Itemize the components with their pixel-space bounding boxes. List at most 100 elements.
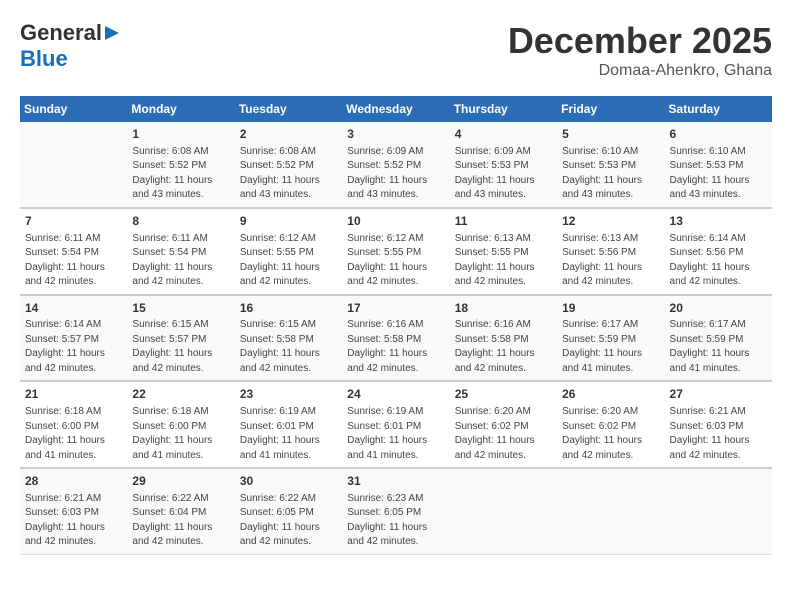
day-info: Sunrise: 6:14 AM Sunset: 5:56 PM Dayligh… bbox=[670, 232, 767, 290]
header-cell-sunday: Sunday bbox=[20, 96, 127, 122]
day-number: 31 bbox=[347, 473, 444, 490]
day-number: 12 bbox=[562, 213, 659, 230]
day-info: Sunrise: 6:17 AM Sunset: 5:59 PM Dayligh… bbox=[670, 318, 767, 376]
day-number: 13 bbox=[670, 213, 767, 230]
day-number: 18 bbox=[455, 300, 552, 317]
day-info: Sunrise: 6:18 AM Sunset: 6:00 PM Dayligh… bbox=[25, 405, 122, 463]
calendar-cell bbox=[20, 122, 127, 208]
week-row-3: 14Sunrise: 6:14 AM Sunset: 5:57 PM Dayli… bbox=[20, 295, 772, 382]
week-row-4: 21 Sunrise: 6:18 AM Sunset: 6:00 PM Dayli… bbox=[20, 381, 772, 468]
day-info: Sunrise: 6:13 AM Sunset: 5:55 PM Dayligh… bbox=[455, 232, 552, 290]
day-info: Sunrise: 6:20 AM Sunset: 6:02 PM Dayligh… bbox=[455, 405, 552, 463]
header-cell-friday: Friday bbox=[557, 96, 664, 122]
calendar-cell: 28 Sunrise: 6:21 AM Sunset: 6:03 PM Dayli… bbox=[20, 468, 127, 554]
logo-blue: Blue bbox=[20, 46, 68, 71]
calendar-cell: 16Sunrise: 6:15 AM Sunset: 5:58 PM Dayli… bbox=[235, 295, 342, 382]
day-number: 22 bbox=[132, 386, 229, 403]
day-info: Sunrise: 6:16 AM Sunset: 5:58 PM Dayligh… bbox=[455, 318, 552, 376]
day-info: Sunrise: 6:12 AM Sunset: 5:55 PM Dayligh… bbox=[240, 232, 337, 290]
day-number: 23 bbox=[240, 386, 337, 403]
calendar-cell: 1 Sunrise: 6:08 AM Sunset: 5:52 PM Daylig… bbox=[127, 122, 234, 208]
day-number: 9 bbox=[240, 213, 337, 230]
day-info: Sunrise: 6:22 AM Sunset: 6:04 PM Dayligh… bbox=[132, 492, 229, 550]
calendar-cell: 26Sunrise: 6:20 AM Sunset: 6:02 PM Dayli… bbox=[557, 381, 664, 468]
day-number: 25 bbox=[455, 386, 552, 403]
calendar-cell: 13 Sunrise: 6:14 AM Sunset: 5:56 PM Dayli… bbox=[665, 208, 772, 295]
week-row-5: 28 Sunrise: 6:21 AM Sunset: 6:03 PM Dayli… bbox=[20, 468, 772, 554]
calendar-cell: 17Sunrise: 6:16 AM Sunset: 5:58 PM Dayli… bbox=[342, 295, 449, 382]
day-info: Sunrise: 6:19 AM Sunset: 6:01 PM Dayligh… bbox=[347, 405, 444, 463]
calendar-cell: 10Sunrise: 6:12 AM Sunset: 5:55 PM Dayli… bbox=[342, 208, 449, 295]
day-info: Sunrise: 6:22 AM Sunset: 6:05 PM Dayligh… bbox=[240, 492, 337, 550]
calendar-cell: 23 Sunrise: 6:19 AM Sunset: 6:01 PM Dayli… bbox=[235, 381, 342, 468]
calendar-cell: 8 Sunrise: 6:11 AM Sunset: 5:54 PM Daylig… bbox=[127, 208, 234, 295]
day-info: Sunrise: 6:16 AM Sunset: 5:58 PM Dayligh… bbox=[347, 318, 444, 376]
day-info: Sunrise: 6:19 AM Sunset: 6:01 PM Dayligh… bbox=[240, 405, 337, 463]
day-number: 8 bbox=[132, 213, 229, 230]
page-header: General Blue December 2025 Domaa-Ahenkro… bbox=[20, 20, 772, 80]
day-info: Sunrise: 6:12 AM Sunset: 5:55 PM Dayligh… bbox=[347, 232, 444, 290]
day-number: 29 bbox=[132, 473, 229, 490]
day-number: 7 bbox=[25, 213, 122, 230]
day-number: 20 bbox=[670, 300, 767, 317]
calendar-cell: 20Sunrise: 6:17 AM Sunset: 5:59 PM Dayli… bbox=[665, 295, 772, 382]
logo: General Blue bbox=[20, 20, 123, 72]
day-info: Sunrise: 6:09 AM Sunset: 5:53 PM Dayligh… bbox=[455, 145, 552, 203]
day-info: Sunrise: 6:18 AM Sunset: 6:00 PM Dayligh… bbox=[132, 405, 229, 463]
calendar-cell: 4Sunrise: 6:09 AM Sunset: 5:53 PM Daylig… bbox=[450, 122, 557, 208]
header-cell-tuesday: Tuesday bbox=[235, 96, 342, 122]
day-number: 11 bbox=[455, 213, 552, 230]
calendar-cell: 24 Sunrise: 6:19 AM Sunset: 6:01 PM Dayli… bbox=[342, 381, 449, 468]
day-info: Sunrise: 6:21 AM Sunset: 6:03 PM Dayligh… bbox=[670, 405, 767, 463]
day-number: 1 bbox=[132, 126, 229, 143]
day-info: Sunrise: 6:08 AM Sunset: 5:52 PM Dayligh… bbox=[132, 145, 229, 203]
day-number: 2 bbox=[240, 126, 337, 143]
day-number: 16 bbox=[240, 300, 337, 317]
calendar-cell: 25 Sunrise: 6:20 AM Sunset: 6:02 PM Dayli… bbox=[450, 381, 557, 468]
day-number: 21 bbox=[25, 386, 122, 403]
day-info: Sunrise: 6:21 AM Sunset: 6:03 PM Dayligh… bbox=[25, 492, 122, 550]
day-number: 17 bbox=[347, 300, 444, 317]
day-number: 6 bbox=[670, 126, 767, 143]
calendar-cell: 29 Sunrise: 6:22 AM Sunset: 6:04 PM Dayli… bbox=[127, 468, 234, 554]
day-info: Sunrise: 6:09 AM Sunset: 5:52 PM Dayligh… bbox=[347, 145, 444, 203]
header-cell-thursday: Thursday bbox=[450, 96, 557, 122]
calendar-cell: 2 Sunrise: 6:08 AM Sunset: 5:52 PM Daylig… bbox=[235, 122, 342, 208]
calendar-cell: 6Sunrise: 6:10 AM Sunset: 5:53 PM Daylig… bbox=[665, 122, 772, 208]
day-info: Sunrise: 6:10 AM Sunset: 5:53 PM Dayligh… bbox=[562, 145, 659, 203]
day-number: 14 bbox=[25, 300, 122, 317]
header-cell-saturday: Saturday bbox=[665, 96, 772, 122]
calendar-cell: 14Sunrise: 6:14 AM Sunset: 5:57 PM Dayli… bbox=[20, 295, 127, 382]
day-info: Sunrise: 6:08 AM Sunset: 5:52 PM Dayligh… bbox=[240, 145, 337, 203]
day-number: 5 bbox=[562, 126, 659, 143]
week-row-2: 7 Sunrise: 6:11 AM Sunset: 5:54 PM Daylig… bbox=[20, 208, 772, 295]
calendar-cell: 5 Sunrise: 6:10 AM Sunset: 5:53 PM Daylig… bbox=[557, 122, 664, 208]
calendar-cell: 31 Sunrise: 6:23 AM Sunset: 6:05 PM Dayli… bbox=[342, 468, 449, 554]
logo-general: General bbox=[20, 20, 102, 46]
calendar-cell: 19Sunrise: 6:17 AM Sunset: 5:59 PM Dayli… bbox=[557, 295, 664, 382]
day-number: 3 bbox=[347, 126, 444, 143]
header-cell-wednesday: Wednesday bbox=[342, 96, 449, 122]
day-info: Sunrise: 6:13 AM Sunset: 5:56 PM Dayligh… bbox=[562, 232, 659, 290]
calendar-cell bbox=[665, 468, 772, 554]
day-info: Sunrise: 6:11 AM Sunset: 5:54 PM Dayligh… bbox=[132, 232, 229, 290]
day-number: 15 bbox=[132, 300, 229, 317]
calendar-cell: 18Sunrise: 6:16 AM Sunset: 5:58 PM Dayli… bbox=[450, 295, 557, 382]
day-info: Sunrise: 6:23 AM Sunset: 6:05 PM Dayligh… bbox=[347, 492, 444, 550]
calendar-cell: 22 Sunrise: 6:18 AM Sunset: 6:00 PM Dayli… bbox=[127, 381, 234, 468]
calendar-cell: 11 Sunrise: 6:13 AM Sunset: 5:55 PM Dayli… bbox=[450, 208, 557, 295]
header-row: SundayMondayTuesdayWednesdayThursdayFrid… bbox=[20, 96, 772, 122]
page-subtitle: Domaa-Ahenkro, Ghana bbox=[508, 62, 772, 80]
day-info: Sunrise: 6:17 AM Sunset: 5:59 PM Dayligh… bbox=[562, 318, 659, 376]
calendar-cell: 3 Sunrise: 6:09 AM Sunset: 5:52 PM Daylig… bbox=[342, 122, 449, 208]
day-info: Sunrise: 6:14 AM Sunset: 5:57 PM Dayligh… bbox=[25, 318, 122, 376]
day-number: 28 bbox=[25, 473, 122, 490]
title-area: December 2025 Domaa-Ahenkro, Ghana bbox=[508, 20, 772, 80]
day-info: Sunrise: 6:15 AM Sunset: 5:58 PM Dayligh… bbox=[240, 318, 337, 376]
calendar-cell: 15Sunrise: 6:15 AM Sunset: 5:57 PM Dayli… bbox=[127, 295, 234, 382]
day-number: 24 bbox=[347, 386, 444, 403]
day-number: 30 bbox=[240, 473, 337, 490]
day-number: 27 bbox=[670, 386, 767, 403]
day-info: Sunrise: 6:20 AM Sunset: 6:02 PM Dayligh… bbox=[562, 405, 659, 463]
day-number: 19 bbox=[562, 300, 659, 317]
